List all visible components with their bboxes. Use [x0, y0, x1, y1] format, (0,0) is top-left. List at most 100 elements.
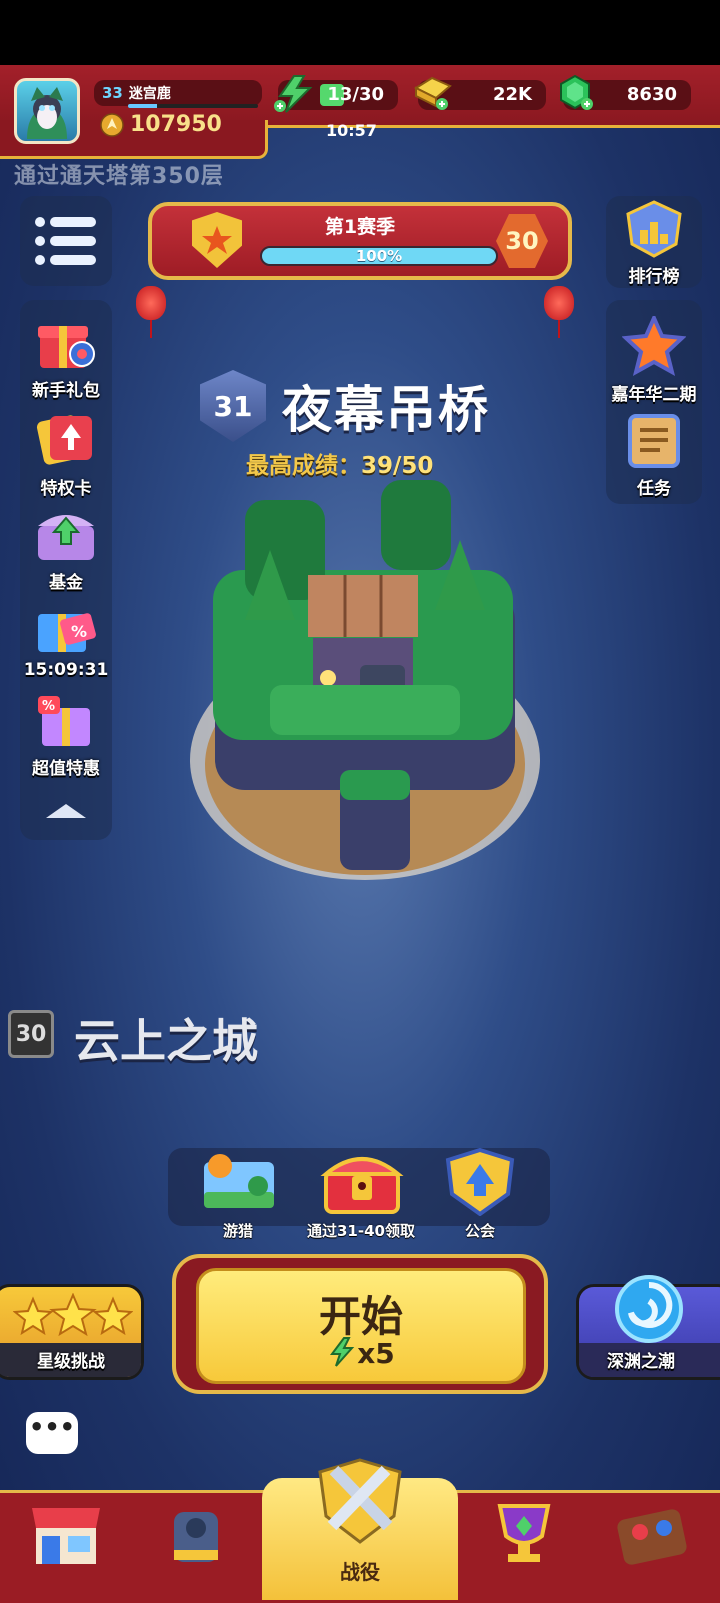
- svg-text:%: %: [71, 622, 87, 641]
- gem-count: 8630: [626, 84, 677, 105]
- deal-countdown: 15:09:31: [23, 660, 109, 680]
- left-menu-label: 超值特惠: [32, 759, 100, 779]
- energy-bolt-icon: [330, 1337, 355, 1367]
- game-board-icon: [617, 1509, 687, 1565]
- carnival-star-icon: [621, 313, 687, 376]
- right-menu-item-leaderboard[interactable]: 排行榜: [606, 196, 702, 288]
- coin-resource[interactable]: 22K: [413, 76, 546, 110]
- right-menu-label: 排行榜: [628, 267, 680, 287]
- lantern-tassel: [558, 320, 560, 338]
- gold-display: 107950: [100, 112, 222, 137]
- gift-box-icon: [38, 326, 95, 368]
- shortcut-label: 通过31-40领取: [307, 1222, 415, 1240]
- status-bar-area: [0, 0, 720, 65]
- cannon-armor-icon: [174, 1512, 218, 1562]
- nav-shop[interactable]: [28, 1498, 104, 1572]
- shortcut-label: 游猎: [222, 1222, 253, 1240]
- shortcut-guild[interactable]: 公会: [438, 1147, 522, 1241]
- value-deal-icon: %: [38, 696, 90, 746]
- season-progress-text: 100%: [355, 247, 403, 265]
- player-level-pill[interactable]: 33 迷宫鹿: [94, 80, 262, 106]
- shortcut-label: 公会: [464, 1222, 495, 1240]
- energy-timer: 10:57: [326, 121, 377, 140]
- right-menu-item-tasks[interactable]: 任务: [604, 412, 704, 499]
- gold-amount: 107950: [130, 112, 222, 137]
- list-menu-icon: [35, 217, 96, 265]
- previous-level-badge: 30: [8, 1010, 54, 1058]
- trophy-cup-icon: [497, 1504, 551, 1562]
- treasure-chest-icon: [320, 1157, 404, 1214]
- right-menu-label: 任务: [637, 479, 671, 499]
- start-button[interactable]: 开始 x5: [196, 1268, 526, 1384]
- shortcut-chest-reward[interactable]: 通过31-40领取: [296, 1148, 426, 1241]
- season-tier: 30: [505, 227, 539, 255]
- cat-avatar-icon: [27, 87, 67, 139]
- tower-progress-notice: 通过通天塔第350层: [14, 164, 224, 189]
- shortcut-safari[interactable]: 游猎: [196, 1148, 280, 1241]
- left-menu-label: 特权卡: [40, 479, 92, 499]
- previous-level-number: 30: [15, 1021, 47, 1047]
- star-challenge-label: 星级挑战: [37, 1352, 105, 1372]
- xp-bar-fill: [128, 104, 157, 108]
- nav-equipment[interactable]: [158, 1498, 234, 1572]
- svg-text:%: %: [42, 699, 55, 714]
- coin-count: 22K: [493, 84, 532, 105]
- nav-campaign-active[interactable]: 战役: [262, 1458, 458, 1600]
- privilege-card-icon: [36, 415, 92, 465]
- start-button-label: 开始: [318, 1292, 403, 1341]
- abyss-tide-button[interactable]: 深渊之潮: [576, 1275, 720, 1380]
- energy-count: 13/30: [327, 84, 384, 105]
- player-avatar[interactable]: [14, 78, 80, 144]
- season-banner[interactable]: 第1赛季 100% 30: [148, 202, 572, 280]
- xp-bar: [128, 104, 258, 108]
- guild-shield-icon: [445, 1147, 515, 1217]
- leaderboard-icon: [626, 200, 682, 258]
- left-menu-label: 基金: [49, 573, 83, 593]
- gem-resource[interactable]: 8630: [560, 74, 691, 110]
- start-cost: x5: [199, 1337, 523, 1370]
- chat-bubble-icon: •••: [28, 1413, 76, 1441]
- left-menu-item-privilege-card[interactable]: 特权卡: [16, 410, 116, 499]
- chat-button[interactable]: •••: [26, 1412, 78, 1454]
- left-menu-item-value-deal[interactable]: % 超值特惠: [16, 690, 116, 779]
- menu-button[interactable]: [20, 196, 112, 286]
- left-menu-item-timed-deal[interactable]: % 15:09:31: [16, 596, 116, 680]
- right-menu-label: 嘉年华二期: [611, 385, 697, 405]
- safari-icon: [204, 1154, 274, 1208]
- task-list-icon: [628, 414, 680, 468]
- discount-gift-icon: %: [38, 613, 96, 652]
- three-stars-icon: [13, 1293, 133, 1337]
- energy-resource[interactable]: 13/30: [274, 75, 398, 113]
- left-menu-item-newbie-pack[interactable]: 新手礼包: [16, 312, 116, 401]
- abyss-vortex-icon: [615, 1275, 683, 1343]
- previous-level-name[interactable]: 云上之城: [74, 1005, 258, 1071]
- best-score: 最高成绩：39/50: [246, 446, 433, 480]
- crossed-swords-icon: [318, 1458, 402, 1544]
- season-progress-bar: 100%: [260, 246, 498, 266]
- star-challenge-button[interactable]: 星级挑战: [0, 1284, 144, 1380]
- player-level: 33: [102, 84, 123, 102]
- lantern-tassel: [150, 320, 152, 338]
- rank-coin-icon: [100, 112, 124, 137]
- shop-icon: [32, 1508, 100, 1564]
- best-score-value: 39/50: [361, 453, 434, 479]
- green-gem-icon: [560, 74, 593, 110]
- current-level-name: 夜幕吊桥: [282, 381, 490, 439]
- level-island-icon[interactable]: [185, 480, 545, 900]
- nav-trophy[interactable]: [486, 1498, 562, 1572]
- nav-battle-board[interactable]: [614, 1500, 690, 1574]
- fund-chest-icon: [38, 515, 94, 560]
- best-score-label: 最高成绩：: [246, 453, 361, 479]
- lantern-icon: [544, 286, 574, 320]
- left-menu-label: 新手礼包: [32, 381, 100, 401]
- start-cost-value: x5: [357, 1337, 395, 1370]
- gold-bar-icon: [413, 76, 452, 110]
- current-level-number: 31: [213, 389, 253, 423]
- right-menu-item-carnival[interactable]: 嘉年华二期: [604, 313, 704, 405]
- left-menu-item-fund[interactable]: 基金: [16, 504, 116, 593]
- energy-bolt-icon: [274, 75, 313, 113]
- player-name: 迷宫鹿: [128, 86, 171, 102]
- abyss-tide-label: 深渊之潮: [607, 1352, 675, 1372]
- collapse-arrow-icon[interactable]: [46, 804, 86, 818]
- nav-campaign-label: 战役: [340, 1560, 380, 1584]
